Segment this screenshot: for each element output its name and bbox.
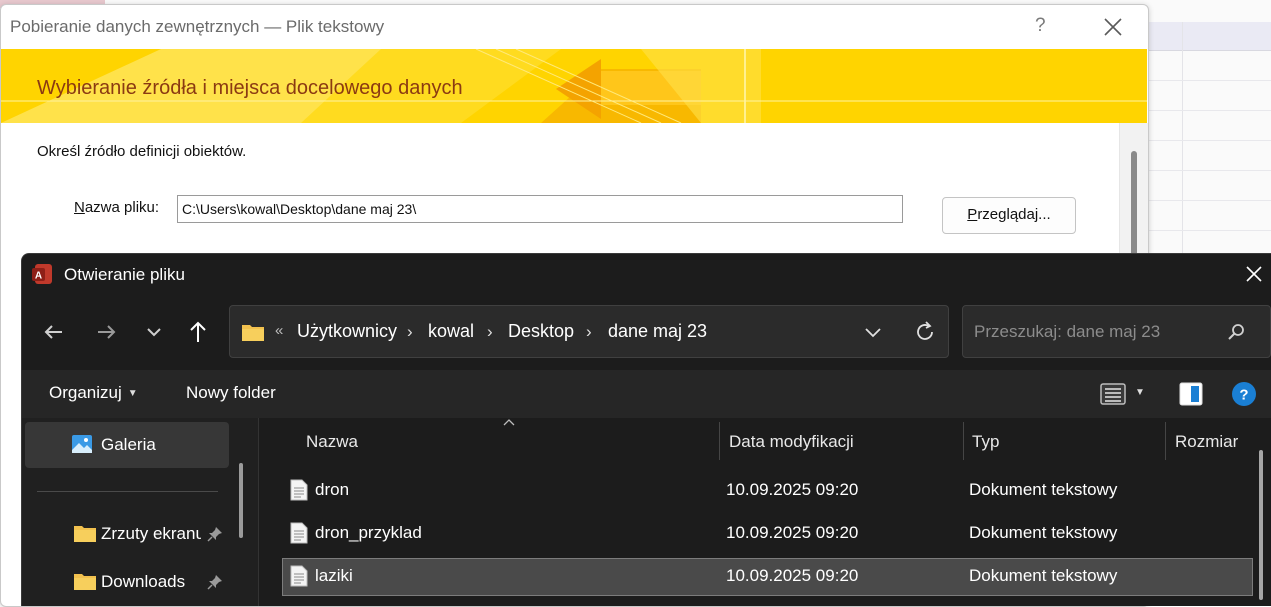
dialog-titlebar: A Otwieranie pliku [22,254,1271,296]
nav-divider [37,491,218,492]
column-header-type[interactable]: Typ [972,432,999,452]
address-bar[interactable]: « Użytkownicy › kowal › Desktop › dane m… [229,305,949,358]
up-arrow-icon[interactable] [184,318,212,346]
nav-item-downloads[interactable]: Downloads [22,562,232,602]
svg-text:A: A [35,271,42,282]
sort-up-icon [503,419,515,426]
file-name-label-text: azwa pliku: [84,199,160,216]
new-folder-button[interactable]: Nowy folder [186,383,276,403]
folder-icon [74,526,96,542]
wizard-title: Pobieranie danych zewnętrznych — Plik te… [10,17,385,36]
nav-item-gallery-label: Galeria [101,435,156,454]
nav-scrollbar[interactable] [239,463,243,538]
gallery-icon [72,435,92,453]
nav-item-screenshots-label: Zrzuty ekranu [101,524,201,543]
forward-arrow-icon[interactable] [92,318,120,346]
browse-button[interactable]: Przeglądaj... [942,197,1076,234]
text-file-icon [290,565,308,587]
scrollbar-thumb[interactable] [1131,151,1137,261]
close-icon[interactable] [1244,264,1264,284]
breadcrumb-users[interactable]: Użytkownicy [297,321,397,342]
datasheet-grid-line [1147,230,1271,231]
chevron-down-icon[interactable] [863,322,883,342]
details-view-icon[interactable] [1100,382,1126,406]
breadcrumb-separator[interactable]: › [487,322,493,342]
nav-item-gallery[interactable]: Galeria [25,422,229,468]
search-icon[interactable] [1226,322,1246,342]
navigation-bar: « Użytkownicy › kowal › Desktop › dane m… [22,296,1271,370]
column-header-size[interactable]: Rozmiar [1175,432,1238,452]
address-overflow-chevron[interactable]: « [275,322,283,339]
preview-pane-icon[interactable] [1178,381,1204,407]
accesskey-letter: P [967,206,978,223]
organize-button[interactable]: Organizuj ▼ [49,383,138,403]
file-type: Dokument tekstowy [969,566,1118,585]
file-list-scrollbar[interactable] [1259,450,1263,600]
file-name: dron [315,480,350,499]
file-type: Dokument tekstowy [969,523,1118,542]
help-button[interactable]: ? [1035,15,1046,37]
chevron-down-icon[interactable] [140,318,168,346]
file-row-selected[interactable]: laziki 10.09.2025 09:20 Dokument tekstow… [282,558,1253,596]
close-icon [1104,18,1122,36]
organize-label: Organizuj [49,383,122,402]
datasheet-header-fragment [1147,22,1271,51]
access-app-icon: A [32,264,52,284]
column-separator[interactable] [1165,422,1166,460]
file-modified: 10.09.2025 09:20 [726,566,859,585]
file-list: Nazwa Data modyfikacji Typ Rozmiar dron … [259,418,1271,606]
navigation-pane: Galeria Zrzuty ekranu Downloads [22,418,258,606]
breadcrumb-current-folder[interactable]: dane maj 23 [608,321,707,342]
folder-icon [242,325,264,341]
folder-icon [74,574,96,590]
wizard-heading: Wybieranie źródła i miejsca docelowego d… [37,77,463,99]
help-icon[interactable]: ? [1231,381,1257,407]
column-separator[interactable] [719,422,720,460]
file-name-label: Nazwa pliku: [74,199,159,216]
wizard-close-button[interactable] [1101,11,1125,39]
svg-text:?: ? [1239,387,1248,404]
file-modified: 10.09.2025 09:20 [726,523,859,542]
wizard-instruction: Określ źródło definicji obiektów. [37,143,247,160]
wizard-banner: Wybieranie źródła i miejsca docelowego d… [1,49,1147,123]
datasheet-grid-line [1147,140,1271,141]
back-arrow-icon[interactable] [40,318,68,346]
dialog-toolbar: Organizuj ▼ Nowy folder ▼ ? [22,370,1271,418]
file-row[interactable]: dron_przyklad 10.09.2025 09:20 Dokument … [282,515,1253,553]
pin-icon[interactable] [207,574,223,590]
column-header-name[interactable]: Nazwa [306,432,358,452]
datasheet-grid-line [1147,170,1271,171]
nav-item-screenshots[interactable]: Zrzuty ekranu [22,514,232,554]
breadcrumb-separator[interactable]: › [407,322,413,342]
text-file-icon [290,522,308,544]
accesskey-letter: N [74,199,85,216]
breadcrumb-kowal[interactable]: kowal [428,321,474,342]
wizard-scrollbar[interactable] [1119,123,1148,261]
browse-button-text: rzeglądaj... [977,206,1051,223]
datasheet-grid-line [1147,80,1271,81]
file-type: Dokument tekstowy [969,480,1118,499]
open-file-dialog: A Otwieranie pliku « Użytkownicy › kowal… [21,253,1271,606]
search-placeholder[interactable]: Przeszukaj: dane maj 23 [974,322,1160,342]
pin-icon[interactable] [207,526,223,542]
file-name: laziki [315,566,353,585]
refresh-icon[interactable] [913,320,937,344]
search-box[interactable]: Przeszukaj: dane maj 23 [962,305,1271,358]
file-name: dron_przyklad [315,523,422,542]
datasheet-grid-line [1147,200,1271,201]
file-row[interactable]: dron 10.09.2025 09:20 Dokument tekstowy [282,472,1253,510]
chevron-down-icon: ▼ [127,388,138,400]
file-modified: 10.09.2025 09:20 [726,480,859,499]
datasheet-grid-line [1147,110,1271,111]
chevron-down-icon[interactable]: ▼ [1135,387,1145,398]
file-path-input[interactable]: C:\Users\kowal\Desktop\dane maj 23\ [177,195,903,223]
dialog-title: Otwieranie pliku [64,265,185,284]
text-file-icon [290,479,308,501]
column-header-modified[interactable]: Data modyfikacji [729,432,854,452]
nav-item-downloads-label: Downloads [101,572,186,591]
breadcrumb-separator[interactable]: › [586,322,592,342]
column-separator[interactable] [963,422,964,460]
breadcrumb-desktop[interactable]: Desktop [508,321,574,342]
